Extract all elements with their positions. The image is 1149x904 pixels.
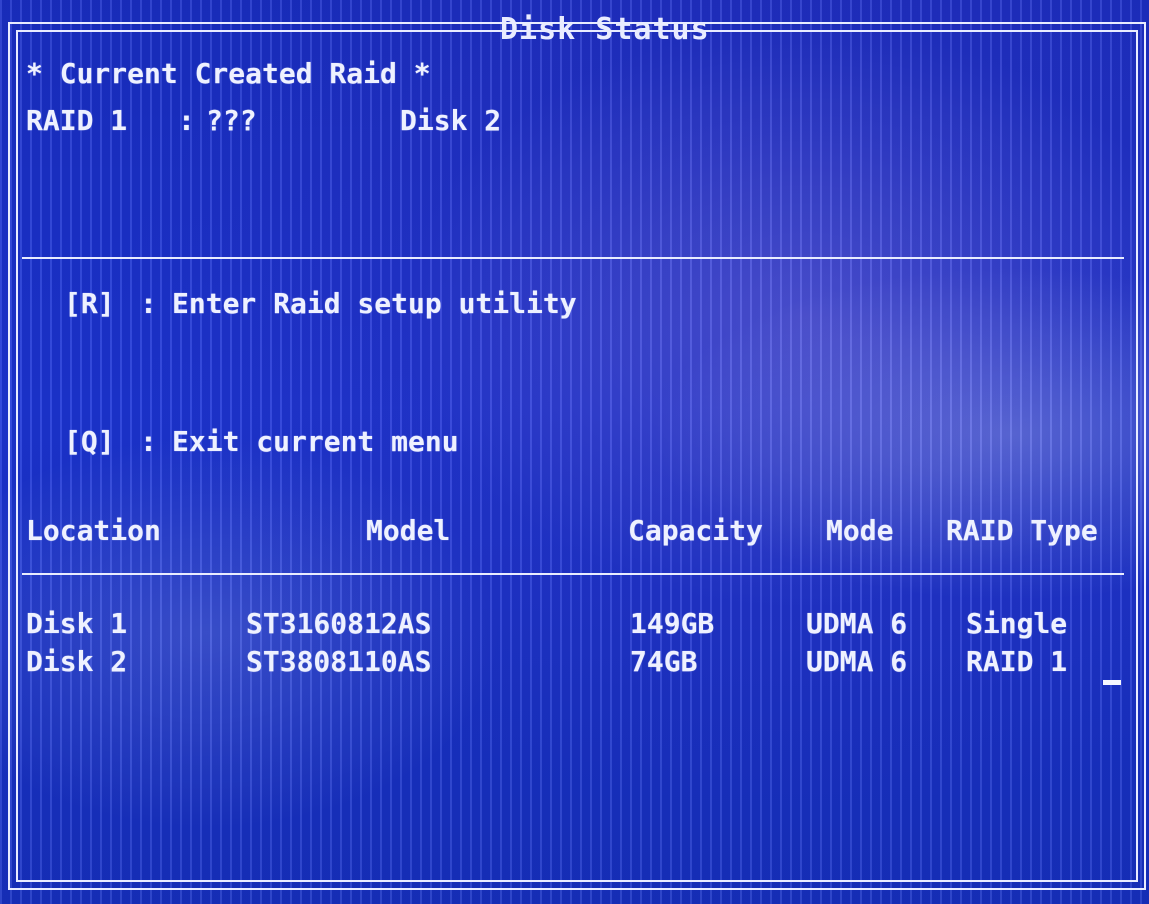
current-raid-heading: * Current Created Raid *	[26, 57, 431, 90]
menu-separator-q: :	[140, 425, 157, 458]
cell-mode: UDMA 6	[806, 607, 908, 640]
cell-location: Disk 2	[26, 645, 128, 678]
divider-top	[22, 257, 1124, 259]
cell-capacity: 74GB	[630, 645, 698, 678]
window-title: Disk Status	[500, 12, 710, 47]
cell-model: ST3808110AS	[246, 645, 432, 678]
column-header-mode: Mode	[826, 514, 894, 547]
column-header-raid-type: RAID Type	[946, 514, 1098, 547]
cell-capacity: 149GB	[630, 607, 715, 640]
cell-mode: UDMA 6	[806, 645, 908, 678]
menu-item-exit-menu[interactable]: Exit current menu	[172, 428, 459, 456]
divider-table	[22, 573, 1124, 575]
cell-raid-type: Single	[966, 607, 1068, 640]
cell-raid-type: RAID 1	[966, 645, 1068, 678]
menu-separator-r: :	[140, 287, 157, 320]
raid-level: RAID 1	[26, 104, 128, 137]
menu-key-q[interactable]: [Q]	[64, 428, 115, 456]
raid-name: ???	[206, 104, 257, 137]
cell-location: Disk 1	[26, 607, 128, 640]
column-header-capacity: Capacity	[628, 514, 763, 547]
raid-member-disk: Disk 2	[400, 104, 502, 137]
text-cursor	[1103, 680, 1121, 685]
column-header-location: Location	[26, 514, 161, 547]
menu-key-r[interactable]: [R]	[64, 290, 115, 318]
raid-separator: :	[178, 104, 195, 137]
column-header-model: Model	[366, 514, 451, 547]
menu-item-enter-raid-setup[interactable]: Enter Raid setup utility	[172, 290, 577, 318]
bios-screen: Disk Status * Current Created Raid * RAI…	[0, 0, 1149, 904]
cell-model: ST3160812AS	[246, 607, 432, 640]
